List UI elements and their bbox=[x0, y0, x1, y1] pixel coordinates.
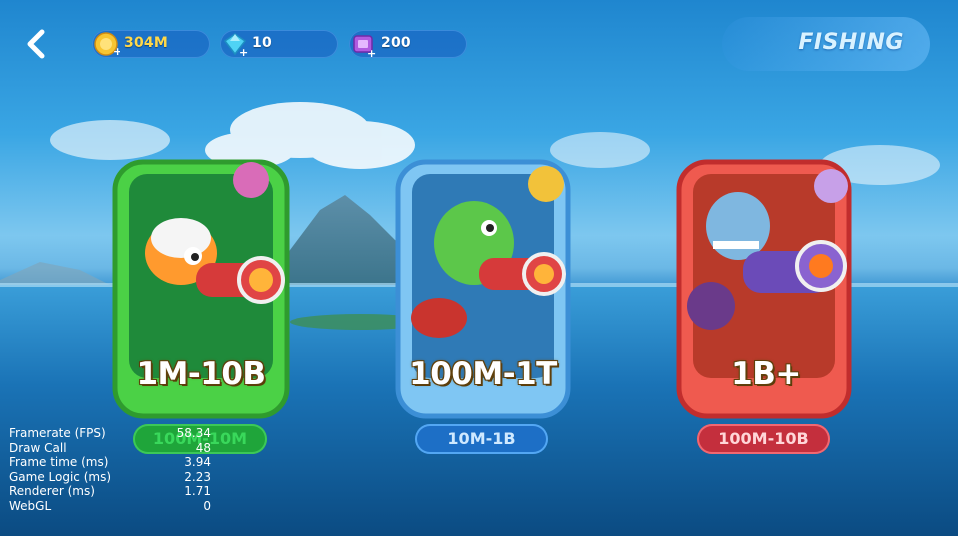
gold-balance[interactable]: + 304M bbox=[92, 30, 210, 58]
stat-row: Game Logic (ms) 2.23 bbox=[9, 469, 211, 484]
page-title: FISHING bbox=[798, 30, 904, 55]
octopus-icon bbox=[814, 169, 848, 203]
svg-text:+: + bbox=[239, 46, 248, 57]
blowfish-icon bbox=[528, 166, 564, 202]
ticket-amount: 200 bbox=[381, 35, 411, 51]
gem-amount: 10 bbox=[252, 35, 272, 51]
gold-coin-plus-icon[interactable]: + bbox=[94, 31, 120, 57]
back-arrow-icon[interactable] bbox=[20, 24, 56, 64]
svg-text:+: + bbox=[367, 47, 376, 57]
room-card-red[interactable]: 1B+ bbox=[673, 156, 859, 422]
stat-row: Frame time (ms) 3.94 bbox=[9, 455, 211, 469]
stat-row: Renderer (ms) 1.71 bbox=[9, 484, 211, 498]
room-card-green[interactable]: 1M-10B bbox=[111, 158, 291, 420]
bet-range-red[interactable]: 100M-10B bbox=[697, 424, 830, 454]
gold-amount: 304M bbox=[124, 35, 168, 51]
debug-stats-panel: Framerate (FPS) 58.34 Draw Call 48 Frame t… bbox=[9, 426, 211, 513]
title-banner: FISHING bbox=[722, 17, 930, 71]
ticket-balance[interactable]: + 200 bbox=[349, 30, 467, 58]
svg-text:+: + bbox=[113, 45, 120, 57]
stat-row: Draw Call 48 bbox=[9, 440, 211, 455]
room-card-blue[interactable]: 100M-1T bbox=[394, 158, 572, 420]
room-range-red: 1B+ bbox=[731, 356, 801, 392]
ticket-plus-icon[interactable]: + bbox=[351, 31, 377, 57]
pufferfish-icon bbox=[233, 162, 269, 198]
room-range-blue: 100M-1T bbox=[409, 356, 557, 392]
stat-row: Framerate (FPS) 58.34 bbox=[9, 426, 211, 440]
bet-range-blue[interactable]: 10M-1B bbox=[415, 424, 548, 454]
stat-row: WebGL 0 bbox=[9, 498, 211, 513]
gem-balance[interactable]: + 10 bbox=[220, 30, 338, 58]
room-range-green: 1M-10B bbox=[136, 356, 266, 392]
gem-plus-icon[interactable]: + bbox=[222, 31, 248, 57]
